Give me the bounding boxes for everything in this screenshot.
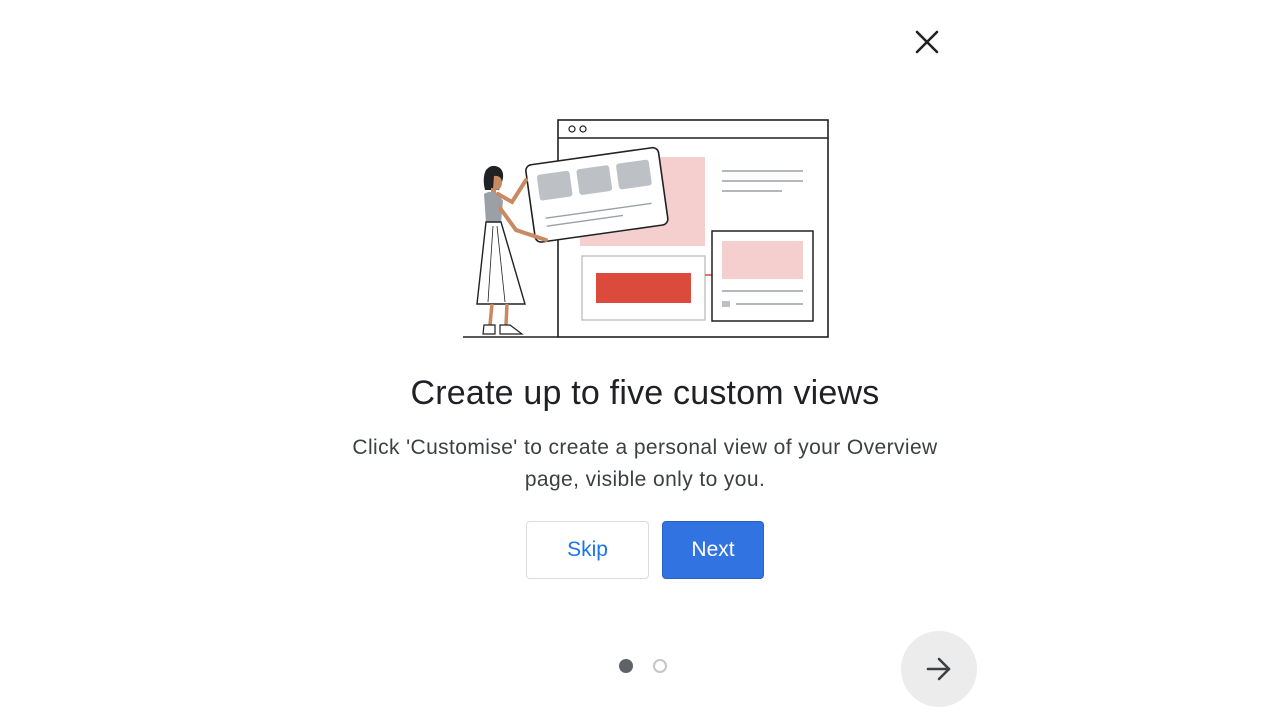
close-icon	[915, 30, 939, 54]
page-dot-1[interactable]	[619, 659, 633, 673]
skip-button[interactable]: Skip	[526, 521, 649, 579]
onboarding-dialog: Create up to five custom views Click 'Cu…	[0, 0, 1280, 720]
dialog-description: Click 'Customise' to create a personal v…	[352, 436, 938, 491]
pagination-dots	[619, 659, 667, 673]
page-dot-2[interactable]	[653, 659, 667, 673]
arrow-right-icon	[926, 657, 951, 681]
close-button[interactable]	[905, 20, 949, 64]
dialog-title: Create up to five custom views	[410, 374, 880, 412]
custom-views-illustration	[463, 119, 829, 338]
next-page-button[interactable]	[901, 631, 977, 707]
next-button[interactable]: Next	[662, 521, 764, 579]
